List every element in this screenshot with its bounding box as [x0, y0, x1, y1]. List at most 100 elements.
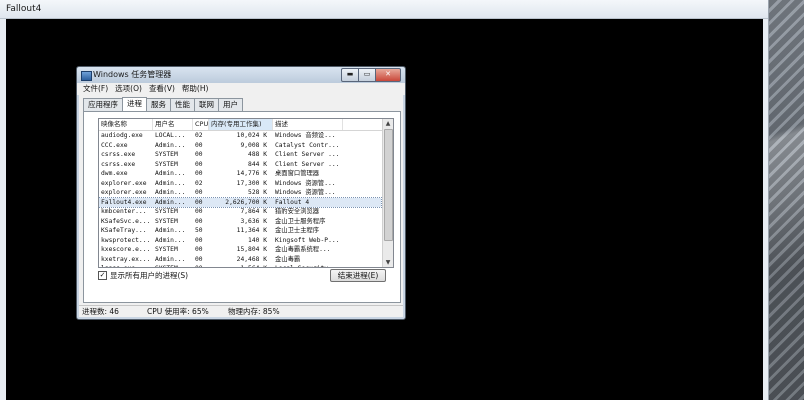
cell-description: Fallout 4 [275, 198, 310, 206]
cell-description: Kingsoft Web-P... [275, 236, 340, 244]
task-manager-window[interactable]: Windows 任务管理器 ▬ ▭ ✕ 文件(F) 选项(O) 查看(V) 帮助… [76, 66, 406, 320]
close-button[interactable]: ✕ [376, 68, 401, 82]
cell-memory: 17,300 K [236, 179, 267, 187]
cell-user-name: Admin... [155, 236, 186, 244]
table-row[interactable]: kxetray.ex... Admin... 00 24,468 K 金山毒霸 [99, 255, 381, 265]
column-image-name[interactable]: 映像名称 [99, 119, 153, 130]
cell-user-name: SYSTEM [155, 151, 178, 158]
cell-description: Windows 音频设... [275, 132, 336, 139]
cell-cpu: 00 [195, 160, 203, 168]
cell-description: 金山卫士主程序 [275, 227, 320, 234]
checkbox-checked-icon[interactable]: ✓ [98, 271, 107, 280]
process-list[interactable]: 映像名称 用户名 CPU 内存(专用工作集) 描述 audiodg.exe LOC… [98, 118, 394, 268]
cell-cpu: 00 [195, 236, 203, 244]
table-row[interactable]: explorer.exe Admin... 02 17,300 K Windows 资源… [99, 179, 381, 189]
cell-description: Client Server ... [275, 160, 340, 168]
cell-cpu: 00 [195, 189, 203, 196]
scroll-thumb[interactable] [384, 129, 393, 241]
table-row[interactable]: KSafeSvc.e... SYSTEM 00 3,636 K 金山卫士服务程序 [99, 217, 381, 227]
cell-memory: 2,626,700 K [225, 198, 267, 206]
tab-services[interactable]: 服务 [146, 98, 171, 111]
show-all-users-label: 显示所有用户的进程(S) [110, 271, 189, 280]
table-row[interactable]: kwsprotect... Admin... 00 140 K Kingsoft Web… [99, 236, 381, 246]
table-row[interactable]: csrss.exe SYSTEM 00 844 K Client Server ... [99, 160, 381, 170]
task-manager-titlebar[interactable]: Windows 任务管理器 ▬ ▭ ✕ [77, 67, 405, 83]
end-process-button[interactable]: 结束进程(E) [330, 269, 386, 282]
cell-description: 金山毒霸 [275, 255, 301, 263]
tab-performance[interactable]: 性能 [170, 98, 195, 111]
scroll-up-icon[interactable]: ▲ [383, 119, 393, 128]
column-memory[interactable]: 内存(专用工作集) [209, 119, 273, 130]
vertical-scrollbar[interactable]: ▲ ▼ [382, 119, 393, 267]
cell-cpu: 00 [195, 170, 203, 177]
tab-networking[interactable]: 联网 [194, 98, 219, 111]
cell-memory: 1,564 K [209, 264, 273, 267]
cell-user-name: Admin... [155, 227, 186, 234]
cell-user-name: Admin... [155, 198, 186, 206]
cell-cpu: 00 [195, 141, 203, 149]
cell-cpu: 02 [195, 132, 203, 139]
cell-cpu: 00 [195, 246, 203, 253]
table-row[interactable]: kmbcenter... SYSTEM 00 7,864 K 猎豹安全浏览器 [99, 207, 381, 217]
cell-description: 金山卫士服务程序 [275, 217, 326, 225]
cell-image-name: explorer.exe [101, 179, 147, 187]
table-row[interactable]: audiodg.exe LOCAL... 02 10,024 K Windows 音频设… [99, 131, 381, 141]
game-window-title: Fallout4 [0, 0, 768, 19]
cell-image-name: explorer.exe [101, 189, 147, 196]
cell-user-name: Admin... [155, 141, 186, 149]
table-row[interactable]: lsass.exeSYSTEM001,564 KLocal Security..… [99, 264, 381, 267]
cell-description: 猎豹安全浏览器 [275, 208, 320, 215]
table-row[interactable]: KSafeTray... Admin... 50 11,364 K 金山卫士主程序 [99, 226, 381, 236]
process-rows: audiodg.exe LOCAL... 02 10,024 K Windows 音频设… [99, 131, 382, 267]
menu-help[interactable]: 帮助(H) [182, 83, 209, 95]
tab-applications[interactable]: 应用程序 [83, 98, 123, 111]
table-row[interactable]: dwm.exe Admin... 00 14,776 K 桌面窗口管理器 [99, 169, 381, 179]
task-manager-body: 应用程序 进程 服务 性能 联网 用户 映像名称 用户名 CPU 内存(专用工作… [79, 95, 403, 305]
cell-image-name: csrss.exe [101, 151, 136, 158]
cell-image-name: kxetray.ex... [101, 255, 151, 263]
column-user-name[interactable]: 用户名 [153, 119, 193, 130]
cell-image-name: csrss.exe [101, 160, 136, 168]
cell-memory: 3,636 K [240, 217, 267, 225]
cell-user-name: SYSTEM [153, 264, 193, 267]
column-cpu[interactable]: CPU [193, 119, 209, 130]
cell-memory: 24,468 K [236, 255, 267, 263]
cell-description: 金山毒霸系统程... [275, 246, 331, 253]
maximize-button[interactable]: ▭ [359, 68, 376, 82]
menu-file[interactable]: 文件(F) [83, 83, 108, 95]
tab-processes[interactable]: 进程 [122, 97, 147, 112]
minimize-button[interactable]: ▬ [341, 68, 359, 82]
cell-image-name: Fallout4.exe [101, 198, 147, 206]
cell-memory: 7,864 K [240, 208, 267, 215]
cell-memory: 844 K [248, 160, 267, 168]
cell-cpu: 00 [193, 264, 209, 267]
cell-user-name: SYSTEM [155, 246, 178, 253]
cell-image-name: dwm.exe [101, 170, 128, 177]
table-row[interactable]: CCC.exe Admin... 00 9,008 K Catalyst Contr..… [99, 141, 381, 151]
table-row[interactable]: explorer.exe Admin... 00 528 K Windows 资源管..… [99, 188, 381, 198]
menu-options[interactable]: 选项(O) [115, 83, 142, 95]
cell-description: Windows 资源管... [275, 179, 336, 187]
table-row[interactable]: Fallout4.exe Admin... 00 2,626,700 K Fallout… [99, 196, 382, 208]
show-all-users-checkbox[interactable]: ✓ 显示所有用户的进程(S) [98, 270, 188, 281]
cell-memory: 11,364 K [236, 227, 267, 234]
status-physical-memory: 物理内存: 85% [228, 307, 280, 316]
menu-view[interactable]: 查看(V) [149, 83, 175, 95]
cell-image-name: CCC.exe [101, 141, 128, 149]
table-row[interactable]: kxescore.e... SYSTEM 00 15,804 K 金山毒霸系统程... [99, 245, 381, 255]
cell-user-name: SYSTEM [155, 208, 178, 215]
cell-image-name: kwsprotect... [101, 236, 151, 244]
cell-memory: 14,776 K [236, 170, 267, 177]
cell-description: Windows 资源管... [275, 189, 336, 196]
cell-memory: 10,024 K [236, 132, 267, 139]
cell-user-name: Admin... [155, 179, 186, 187]
cell-image-name: KSafeTray... [101, 227, 147, 234]
cell-memory: 140 K [248, 236, 267, 244]
cell-description: 桌面窗口管理器 [275, 170, 320, 177]
cell-memory: 9,008 K [240, 141, 267, 149]
table-row[interactable]: csrss.exe SYSTEM 00 488 K Client Server ... [99, 150, 381, 160]
column-description[interactable]: 描述 [273, 119, 343, 130]
scroll-down-icon[interactable]: ▼ [383, 258, 393, 267]
tab-users[interactable]: 用户 [218, 98, 243, 111]
cell-image-name: KSafeSvc.e... [101, 217, 151, 225]
